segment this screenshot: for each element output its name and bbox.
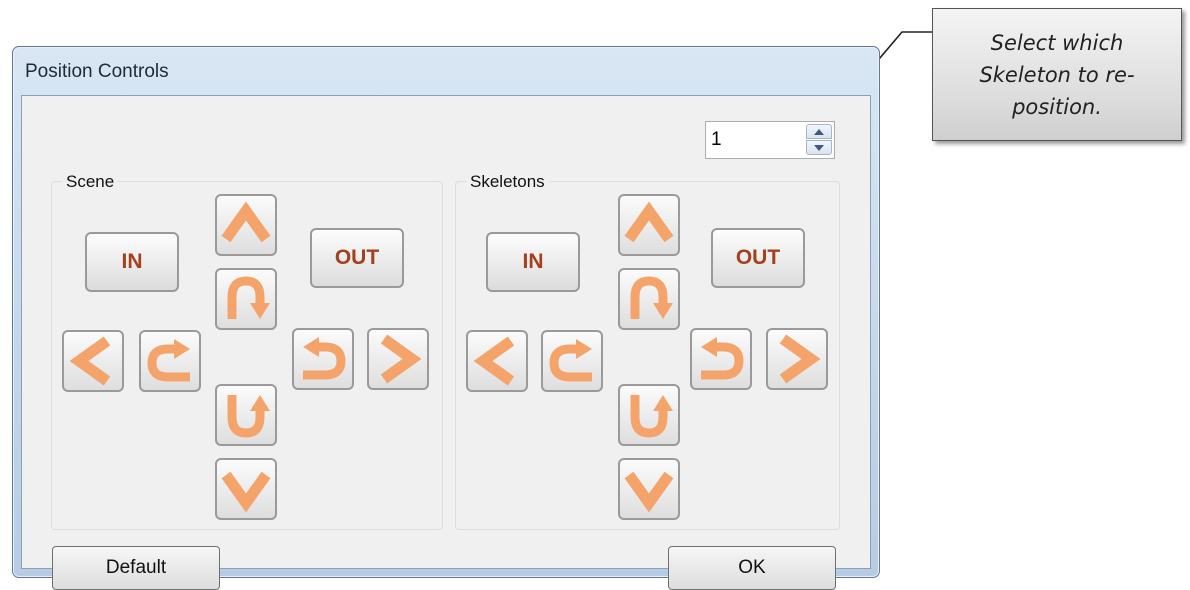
scene-group-label: Scene (62, 172, 119, 192)
rotate-forward-icon (227, 276, 270, 319)
scene-in-button[interactable]: IN (85, 232, 179, 292)
chevron-down-icon (221, 471, 271, 513)
skeleton-rotate-back-button[interactable] (618, 384, 680, 446)
chevron-up-icon (221, 201, 271, 243)
rotate-right-icon (701, 337, 744, 380)
skeletons-group-label: Skeletons (466, 172, 549, 192)
scene-rotate-back-button[interactable] (215, 384, 277, 446)
rotate-left-icon (147, 339, 190, 382)
spinner-up-button[interactable] (806, 124, 832, 139)
skeleton-rotate-left-button[interactable] (541, 330, 603, 392)
rotate-back-icon (227, 395, 270, 438)
spinner-down-button[interactable] (806, 140, 832, 155)
chevron-left-icon (69, 336, 111, 386)
skeleton-move-down-button[interactable] (618, 458, 680, 520)
skeleton-move-left-button[interactable] (466, 330, 528, 392)
skeleton-out-button[interactable]: OUT (711, 228, 805, 288)
dialog-body: Scene Skeletons IN OUT IN OUT Default OK (21, 95, 871, 590)
chevron-right-icon (380, 334, 422, 384)
chevron-right-icon (779, 334, 821, 384)
skeleton-rotate-right-button[interactable] (690, 328, 752, 390)
rotate-right-icon (303, 337, 346, 380)
skeleton-move-right-button[interactable] (766, 328, 828, 390)
callout-text: Select which Skeleton to re-position. (979, 30, 1135, 119)
scene-move-up-button[interactable] (215, 194, 277, 256)
spin-up-icon (814, 128, 824, 135)
rotate-back-icon (630, 395, 673, 438)
skeleton-rotate-forward-button[interactable] (618, 268, 680, 330)
skeleton-number-spinner[interactable]: 1 (705, 121, 835, 159)
rotate-left-icon (549, 339, 592, 382)
ok-button[interactable]: OK (668, 546, 836, 590)
spin-down-icon (814, 144, 824, 151)
scene-move-right-button[interactable] (367, 328, 429, 390)
scene-move-down-button[interactable] (215, 458, 277, 520)
scene-rotate-forward-button[interactable] (215, 268, 277, 330)
skeleton-move-up-button[interactable] (618, 194, 680, 256)
scene-out-button[interactable]: OUT (310, 228, 404, 288)
scene-rotate-left-button[interactable] (139, 330, 201, 392)
scene-move-left-button[interactable] (62, 330, 124, 392)
skeleton-number-value[interactable]: 1 (711, 129, 722, 151)
scene-rotate-right-button[interactable] (292, 328, 354, 390)
default-button[interactable]: Default (52, 546, 220, 590)
chevron-up-icon (624, 201, 674, 243)
window-title: Position Controls (25, 61, 169, 82)
annotation-callout: Select which Skeleton to re-position. (932, 8, 1182, 141)
skeleton-in-button[interactable]: IN (486, 232, 580, 292)
chevron-left-icon (473, 336, 515, 386)
title-bar[interactable]: Position Controls (13, 47, 879, 95)
rotate-forward-icon (630, 276, 673, 319)
spinner-arrows (806, 124, 832, 156)
chevron-down-icon (624, 471, 674, 513)
